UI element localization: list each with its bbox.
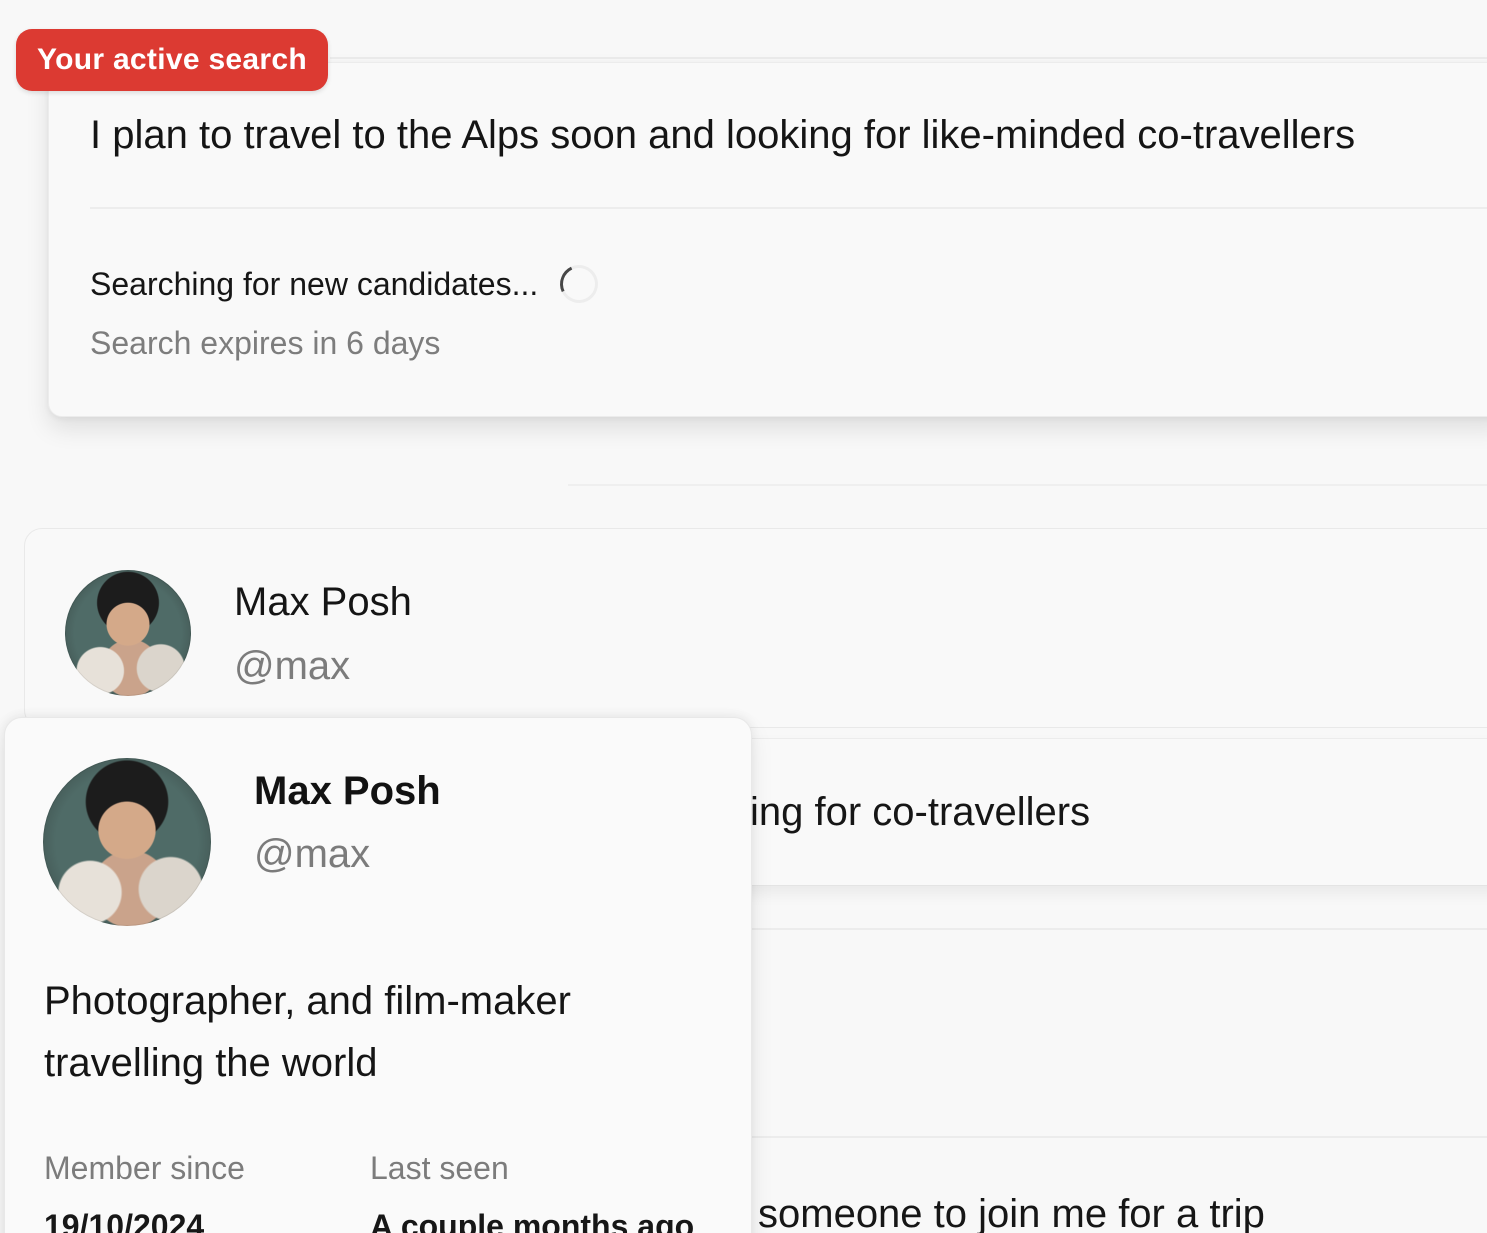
candidate-card[interactable]: Max Posh @max (24, 528, 1487, 728)
active-search-badge: Your active search (16, 29, 328, 91)
search-expiry-text: Search expires in 6 days (90, 325, 441, 361)
card-divider (90, 207, 1487, 209)
section-divider-lower (750, 928, 1487, 930)
profile-handle: @max (254, 832, 371, 876)
profile-name: Max Posh (254, 769, 441, 813)
section-divider-bottom (750, 1136, 1487, 1138)
profile-hover-card[interactable]: Max Posh @max Photographer, and film-mak… (4, 717, 752, 1233)
divider-line (330, 57, 1487, 59)
avatar[interactable] (65, 570, 191, 696)
result-snippet-bottom: someone to join me for a trip (758, 1192, 1265, 1233)
last-seen-value: A couple months ago (370, 1208, 695, 1233)
search-status-row: Searching for new candidates... (90, 259, 604, 309)
member-since-label: Member since (44, 1150, 245, 1186)
result-snippet: ing for co-travellers (750, 790, 1091, 834)
member-since-value: 19/10/2024 (44, 1208, 205, 1233)
profile-bio: Photographer, and film-maker travelling … (44, 979, 571, 1085)
active-search-card[interactable]: I plan to travel to the Alps soon and lo… (48, 62, 1487, 417)
search-status-text: Searching for new candidates... (90, 265, 539, 302)
candidate-handle: @max (234, 644, 351, 688)
candidate-name[interactable]: Max Posh (234, 577, 412, 627)
app-canvas: I plan to travel to the Alps soon and lo… (0, 0, 1487, 1233)
loading-spinner-icon (554, 259, 604, 309)
search-query-text: I plan to travel to the Alps soon and lo… (90, 113, 1356, 157)
last-seen-label: Last seen (370, 1150, 509, 1186)
section-divider (568, 484, 1487, 486)
avatar-large (43, 758, 211, 926)
